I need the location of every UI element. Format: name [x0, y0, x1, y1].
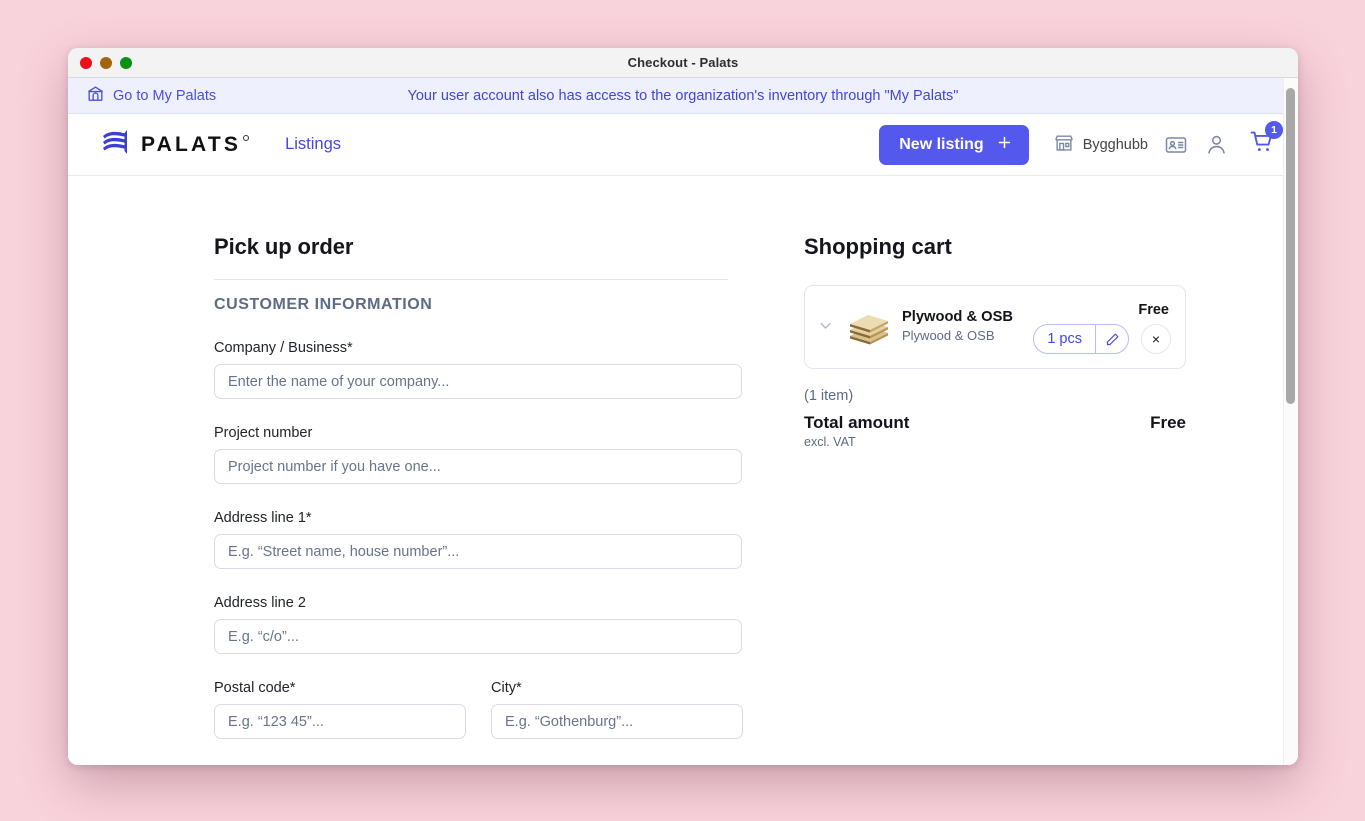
bygghubb-label: Bygghubb [1082, 136, 1148, 153]
shopping-cart-button[interactable]: 1 [1249, 120, 1283, 161]
cart-total-row: Total amount Free [804, 413, 1186, 433]
main-header: PALATS Listings New listing Bygghubb 1 [68, 114, 1298, 176]
page-title: Pick up order [214, 234, 354, 259]
app-window: Checkout - Palats Go to My Palats Your u… [68, 48, 1298, 765]
id-card-icon[interactable] [1164, 133, 1188, 157]
cart-item-price: Free [1138, 302, 1169, 318]
postal-city-row: Postal code* City* [214, 680, 743, 739]
cart-item-name: Plywood & OSB [902, 309, 1013, 325]
total-amount-label: Total amount [804, 413, 910, 432]
checkout-content: Pick up order CUSTOMER INFORMATION Compa… [68, 176, 1298, 739]
page-scrollbar[interactable] [1283, 78, 1298, 765]
nav-listings[interactable]: Listings [285, 135, 341, 154]
plus-icon [996, 134, 1013, 156]
postal-code-input[interactable] [214, 704, 466, 739]
quantity-stepper[interactable]: 1 pcs [1033, 324, 1129, 354]
new-listing-label: New listing [899, 135, 984, 153]
chevron-down-icon[interactable] [817, 300, 834, 339]
user-account-icon[interactable] [1204, 132, 1229, 157]
building-icon [86, 84, 105, 108]
customer-form-column: Pick up order CUSTOMER INFORMATION Compa… [68, 234, 743, 739]
org-notice-message: Your user account also has access to the… [407, 87, 959, 104]
shopping-cart-title: Shopping cart [804, 234, 952, 259]
shopping-cart-icon [1249, 131, 1276, 160]
field-postal-code: Postal code* [214, 680, 466, 739]
go-to-my-palats-label: Go to My Palats [113, 87, 217, 104]
address-line-1-input[interactable] [214, 534, 742, 569]
cart-item-actions: 1 pcs × [1033, 324, 1171, 354]
company-business-input[interactable] [214, 364, 742, 399]
page-viewport: Go to My Palats Your user account also h… [68, 78, 1298, 765]
window-title: Checkout - Palats [627, 55, 739, 70]
label-address-line-2: Address line 2 [214, 595, 306, 611]
total-amount-value: Free [1150, 413, 1186, 432]
scrollbar-thumb[interactable] [1286, 88, 1295, 404]
shopping-cart-column: Shopping cart Plywood & OSB Plywood & OS… [728, 234, 1208, 739]
title-divider [214, 279, 728, 280]
cart-line-item: Plywood & OSB Plywood & OSB Free 1 pcs × [804, 285, 1186, 369]
storefront-icon [1053, 132, 1075, 158]
header-actions: New listing Bygghubb 1 [879, 120, 1283, 165]
city-input[interactable] [491, 704, 743, 739]
window-titlebar: Checkout - Palats [68, 48, 1298, 78]
field-project-number: Project number [214, 425, 742, 484]
total-vat-note: excl. VAT [804, 435, 856, 449]
field-company-business: Company / Business* [214, 340, 742, 399]
cart-item-count: (1 item) [804, 388, 854, 404]
field-address-line-1: Address line 1* [214, 510, 742, 569]
brand-name: PALATS [141, 132, 250, 156]
org-notice-banner: Go to My Palats Your user account also h… [68, 78, 1298, 114]
palats-wave-logo-icon [100, 128, 132, 161]
customer-information-heading: CUSTOMER INFORMATION [214, 296, 433, 313]
label-address-line-1: Address line 1* [214, 510, 312, 526]
go-to-my-palats-link[interactable]: Go to My Palats [86, 84, 216, 108]
brand-logo[interactable]: PALATS [100, 128, 250, 161]
new-listing-button[interactable]: New listing [879, 124, 1029, 165]
address-line-2-input[interactable] [214, 619, 742, 654]
label-postal-code: Postal code* [214, 680, 296, 696]
cart-item-count-badge: 1 [1265, 120, 1283, 139]
bygghubb-link[interactable]: Bygghubb [1053, 132, 1148, 158]
pencil-icon[interactable] [1096, 325, 1128, 353]
remove-item-button[interactable]: × [1141, 324, 1171, 354]
label-city: City* [491, 680, 522, 696]
field-city: City* [491, 680, 743, 739]
label-company-business: Company / Business* [214, 340, 353, 356]
plywood-boards-image [844, 308, 892, 348]
label-project-number: Project number [214, 425, 313, 441]
quantity-value[interactable]: 1 pcs [1034, 325, 1096, 353]
field-address-line-2: Address line 2 [214, 595, 742, 654]
page-content: Go to My Palats Your user account also h… [68, 78, 1298, 739]
project-number-input[interactable] [214, 449, 742, 484]
